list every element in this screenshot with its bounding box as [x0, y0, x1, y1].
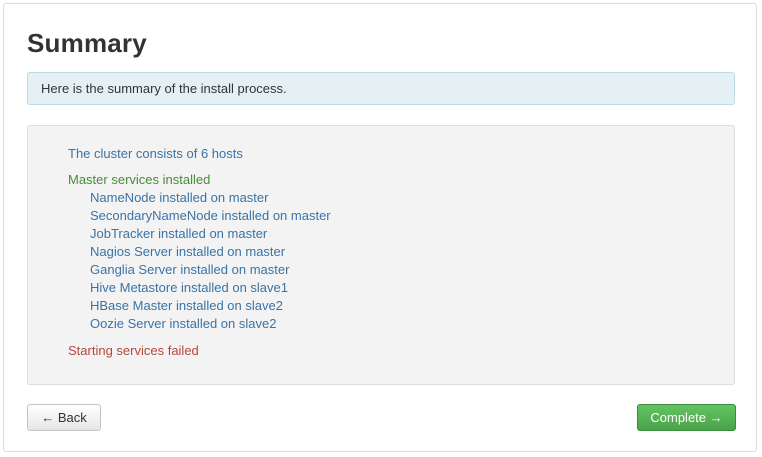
service-item-nagios: Nagios Server installed on master — [90, 244, 286, 259]
service-item-oozie: Oozie Server installed on slave2 — [90, 316, 277, 331]
service-item-namenode: NameNode installed on master — [90, 190, 269, 205]
info-message: Here is the summary of the install proce… — [41, 81, 287, 96]
start-services-status: Starting services failed — [68, 343, 199, 358]
info-alert: Here is the summary of the install proce… — [27, 72, 735, 105]
service-item-ganglia: Ganglia Server installed on master — [90, 262, 290, 277]
back-button[interactable]: ← Back — [27, 404, 101, 431]
summary-page: Summary Here is the summary of the insta… — [3, 3, 757, 452]
service-item-jobtracker: JobTracker installed on master — [90, 226, 268, 241]
cluster-hosts-text: The cluster consists of 6 hosts — [68, 146, 243, 161]
master-services-heading: Master services installed — [68, 172, 211, 187]
summary-panel: The cluster consists of 6 hosts Master s… — [27, 125, 735, 385]
service-item-hbase-master: HBase Master installed on slave2 — [90, 298, 283, 313]
service-item-hive-metastore: Hive Metastore installed on slave1 — [90, 280, 288, 295]
page-title: Summary — [27, 28, 147, 58]
complete-button[interactable]: Complete → — [637, 404, 736, 431]
service-item-secondarynamenode: SecondaryNameNode installed on master — [90, 208, 331, 223]
